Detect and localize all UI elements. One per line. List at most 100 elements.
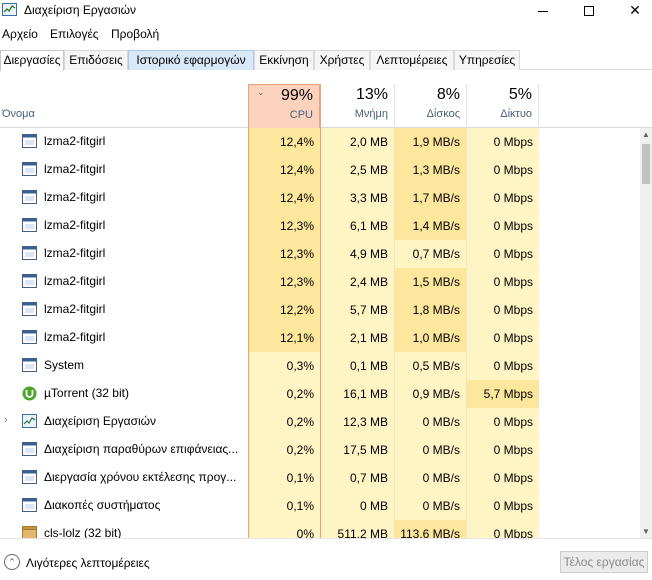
scroll-up-arrow-icon[interactable]: ▲ (640, 130, 652, 139)
disk-cell: 1,3 MB/s (394, 156, 466, 184)
network-cell: 5,7 Mbps (466, 380, 539, 408)
tab-users[interactable]: Χρήστες (314, 50, 370, 70)
network-cell: 0 Mbps (466, 464, 539, 492)
memory-cell: 0 MB (320, 492, 394, 520)
tab-details[interactable]: Λεπτομέρειες (370, 50, 454, 70)
app-window-icon (22, 218, 37, 232)
column-disk-header[interactable]: 8% Δίσκος (394, 84, 466, 128)
fewer-details-link[interactable]: Λιγότερες λεπτομέρειες (26, 556, 150, 570)
process-name: lzma2-fitgirl (44, 274, 106, 288)
memory-label: Μνήμη (354, 108, 388, 120)
cpu-cell: 12,4% (248, 156, 320, 184)
disk-cell: 0 MB/s (394, 408, 466, 436)
network-label: Δίκτυο (500, 108, 532, 120)
app-window-icon (22, 190, 37, 204)
menu-view[interactable]: Προβολή (111, 27, 159, 41)
memory-cell: 17,5 MB (320, 436, 394, 464)
memory-cell: 6,1 MB (320, 212, 394, 240)
process-name: System (44, 358, 85, 372)
disk-cell: 0,7 MB/s (394, 240, 466, 268)
minimize-button[interactable] (520, 0, 566, 22)
network-cell: 0 Mbps (466, 436, 539, 464)
menu-file[interactable]: Αρχείο (2, 27, 38, 41)
app-window-icon (22, 162, 37, 176)
disk-cell: 113,6 MB/s (394, 520, 466, 538)
column-name-header[interactable]: Όνομα (2, 108, 35, 120)
scroll-down-arrow-icon[interactable]: ▼ (640, 527, 652, 536)
disk-cell: 1,7 MB/s (394, 184, 466, 212)
cpu-cell: 12,2% (248, 296, 320, 324)
vertical-scrollbar[interactable]: ▲ ▼ (640, 128, 652, 538)
cpu-label: CPU (289, 109, 313, 121)
process-name: Διαχείριση παραθύρων επιφάνειας... (44, 442, 239, 456)
network-total-percent: 5% (508, 86, 532, 103)
network-cell: 0 Mbps (466, 408, 539, 436)
tab-performance[interactable]: Επιδόσεις (64, 50, 128, 70)
process-name: Διαχείριση Εργασιών (44, 414, 157, 428)
footer: ⌃ Λιγότερες λεπτομέρειες Τέλος εργασίας (0, 538, 652, 580)
process-name: lzma2-fitgirl (44, 218, 106, 232)
network-cell: 0 Mbps (466, 240, 539, 268)
memory-cell: 5,7 MB (320, 296, 394, 324)
network-cell: 0 Mbps (466, 492, 539, 520)
title-bar[interactable]: Διαχείριση Εργασιών ✕ (0, 0, 652, 22)
cpu-cell: 12,3% (248, 212, 320, 240)
process-name: lzma2-fitgirl (44, 162, 106, 176)
disk-label: Δίσκος (426, 108, 460, 120)
memory-cell: 3,3 MB (320, 184, 394, 212)
memory-cell: 511,2 MB (320, 520, 394, 538)
disk-cell: 1,5 MB/s (394, 268, 466, 296)
menu-options[interactable]: Επιλογές (50, 27, 99, 41)
network-cell: 0 Mbps (466, 212, 539, 240)
network-cell: 0 Mbps (466, 324, 539, 352)
memory-cell: 4,9 MB (320, 240, 394, 268)
cpu-total-percent: 99% (280, 87, 313, 104)
column-cpu-header[interactable]: ⌄ 99% CPU (248, 84, 320, 128)
tab-startup[interactable]: Εκκίνηση (254, 50, 314, 70)
close-button[interactable]: ✕ (612, 0, 652, 22)
memory-cell: 2,0 MB (320, 128, 394, 156)
network-cell: 0 Mbps (466, 268, 539, 296)
expand-chevron-icon[interactable]: › (4, 414, 8, 426)
cpu-cell: 12,3% (248, 240, 320, 268)
task-manager-icon (22, 414, 37, 428)
cpu-cell: 12,4% (248, 128, 320, 156)
process-name: lzma2-fitgirl (44, 246, 106, 260)
task-manager-app-icon (2, 3, 17, 16)
disk-cell: 1,9 MB/s (394, 128, 466, 156)
app-window-icon (22, 134, 37, 148)
disk-cell: 0 MB/s (394, 492, 466, 520)
network-cell: 0 Mbps (466, 156, 539, 184)
tab-processes[interactable]: Διεργασίες (0, 50, 64, 71)
cpu-cell: 12,4% (248, 184, 320, 212)
app-window-icon (22, 442, 37, 456)
utorrent-icon (22, 386, 37, 401)
app-window-icon (22, 274, 37, 288)
cpu-cell: 0,1% (248, 464, 320, 492)
cpu-cell: 0,1% (248, 492, 320, 520)
app-window-icon (22, 358, 37, 372)
process-name: Διεργασία χρόνου εκτέλεσης προγ... (44, 470, 237, 484)
tab-app-history[interactable]: Ιστορικό εφαρμογών (128, 50, 254, 70)
minimize-icon (538, 10, 548, 12)
network-cell: 0 Mbps (466, 296, 539, 324)
scroll-thumb[interactable] (642, 144, 650, 184)
cpu-cell: 0,2% (248, 436, 320, 464)
process-name: cls-lolz (32 bit) (44, 526, 122, 538)
package-icon (22, 526, 37, 538)
cpu-column-right-border (320, 84, 321, 538)
chevron-up-circle-icon[interactable]: ⌃ (4, 554, 20, 570)
maximize-button[interactable] (566, 0, 612, 22)
tab-services[interactable]: Υπηρεσίες (454, 50, 520, 70)
disk-cell: 0,9 MB/s (394, 380, 466, 408)
memory-cell: 2,5 MB (320, 156, 394, 184)
column-network-header[interactable]: 5% Δίκτυο (466, 84, 539, 128)
cpu-cell: 0,2% (248, 408, 320, 436)
window-title: Διαχείριση Εργασιών (24, 3, 137, 17)
column-memory-header[interactable]: 13% Μνήμη (320, 84, 394, 128)
cpu-cell: 0,2% (248, 380, 320, 408)
process-name: lzma2-fitgirl (44, 134, 106, 148)
network-cell: 0 Mbps (466, 128, 539, 156)
memory-cell: 0,7 MB (320, 464, 394, 492)
end-task-button[interactable]: Τέλος εργασίας (560, 551, 648, 573)
